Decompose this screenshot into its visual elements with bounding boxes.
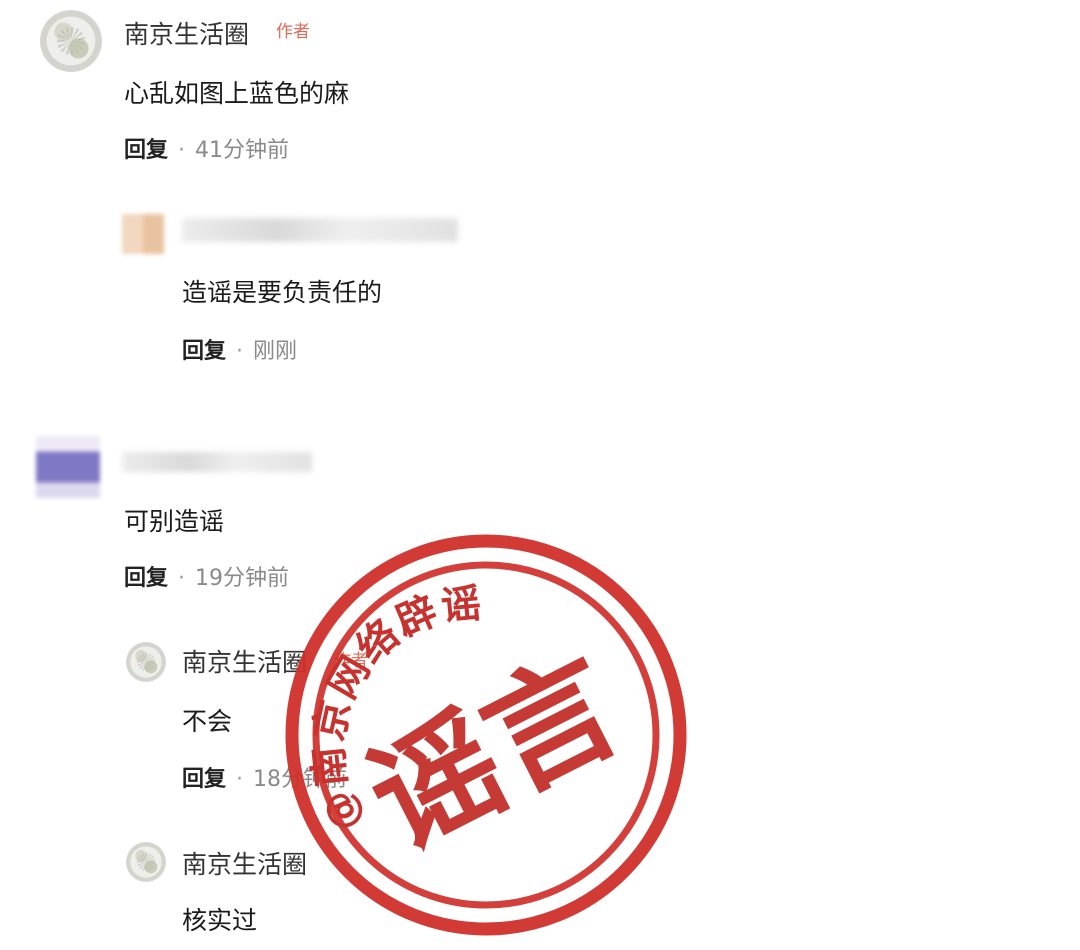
comment-thread-page: 南京生活圈 作者 心乱如图上蓝色的麻 回复 · 41分钟前 造谣是要负责任的 回复 ·… <box>0 0 1080 950</box>
comment-3-reply-button[interactable]: 回复 <box>124 566 168 591</box>
meta-dot: · <box>236 767 244 792</box>
comment-1-meta: 回复 · 41分钟前 <box>124 137 289 165</box>
comment-2-meta: 回复 · 刚刚 <box>182 338 297 366</box>
comment-1-text: 心乱如图上蓝色的麻 <box>124 79 350 108</box>
stamp-outer-ring <box>285 534 687 936</box>
comment-3-author-blurred[interactable] <box>122 452 312 472</box>
comment-5-text: 核实过 <box>182 906 258 935</box>
stamp-arc-text: @南京网络辟谣 <box>305 580 485 838</box>
comment-2-reply-button[interactable]: 回复 <box>182 339 226 364</box>
comment-3-meta: 回复 · 19分钟前 <box>124 565 289 593</box>
rumor-stamp: @南京网络辟谣 谣言 <box>282 531 690 939</box>
comment-3-time: 19分钟前 <box>195 566 290 591</box>
avatar-author-4[interactable] <box>126 642 166 682</box>
avatar-blurred-user-3[interactable] <box>36 436 100 498</box>
stamp-arc-textpath: @南京网络辟谣 <box>305 580 483 838</box>
comment-5-author[interactable]: 南京生活圈 <box>182 850 307 880</box>
meta-dot: · <box>178 138 186 163</box>
avatar-blurred-user-2[interactable] <box>122 214 164 254</box>
comment-4-meta: 回复 · 18分钟前 <box>182 766 347 794</box>
comment-4-text: 不会 <box>182 707 233 736</box>
rumor-stamp-svg: @南京网络辟谣 谣言 <box>285 534 687 936</box>
comment-1-author[interactable]: 南京生活圈 <box>124 20 249 50</box>
stamp-center-text: 谣言 <box>346 630 642 879</box>
avatar-author-1[interactable] <box>40 10 102 72</box>
comment-1-time: 41分钟前 <box>195 138 290 163</box>
comment-1-author-badge: 作者 <box>276 22 310 42</box>
comment-4-author[interactable]: 南京生活圈 <box>182 648 307 678</box>
comment-4-time: 18分钟前 <box>253 767 348 792</box>
comment-2-text: 造谣是要负责任的 <box>182 278 383 307</box>
comment-2-time: 刚刚 <box>253 339 298 364</box>
avatar-author-5[interactable] <box>126 842 166 882</box>
meta-dot: · <box>236 339 244 364</box>
stamp-inner-ring <box>312 561 660 909</box>
comment-2-author-blurred[interactable] <box>182 218 458 242</box>
meta-dot: · <box>178 566 186 591</box>
comment-3-text: 可别造谣 <box>124 507 225 536</box>
comment-4-author-badge: 作者 <box>334 651 368 671</box>
comment-1-reply-button[interactable]: 回复 <box>124 138 168 163</box>
comment-4-reply-button[interactable]: 回复 <box>182 767 226 792</box>
